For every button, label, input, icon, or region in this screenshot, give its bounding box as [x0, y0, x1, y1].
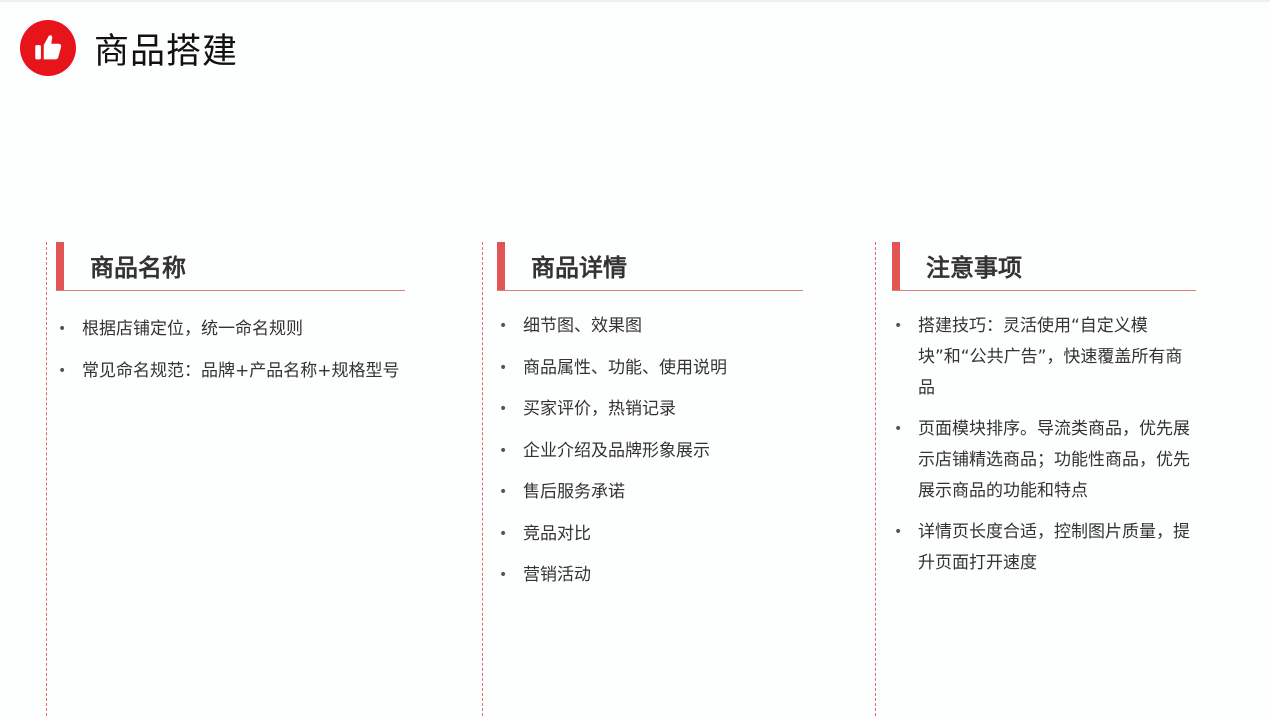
card-header: 商品名称	[56, 242, 405, 291]
bullet-list: 搭建技巧：灵活使用“自定义模块”和“公共广告”，快速覆盖所有商品 页面模块排序。…	[892, 311, 1192, 579]
list-item: 常见命名规范：品牌+产品名称+规格型号	[56, 356, 405, 387]
list-item: 详情页长度合适，控制图片质量，提升页面打开速度	[892, 517, 1192, 579]
page-title: 商品搭建	[94, 31, 239, 72]
card-title: 注意事项	[926, 254, 1022, 282]
list-item: 售后服务承诺	[497, 477, 803, 508]
card-header: 注意事项	[892, 242, 1196, 291]
card-header: 商品详情	[497, 242, 803, 291]
list-item: 竞品对比	[497, 519, 803, 550]
bullet-list: 细节图、效果图 商品属性、功能、使用说明 买家评价，热销记录 企业介绍及品牌形象…	[497, 311, 803, 591]
list-item: 细节图、效果图	[497, 311, 803, 342]
column-divider	[482, 242, 483, 716]
list-item: 买家评价，热销记录	[497, 394, 803, 425]
accent-bar	[56, 242, 64, 290]
list-item: 搭建技巧：灵活使用“自定义模块”和“公共广告”，快速覆盖所有商品	[892, 311, 1192, 404]
bullet-list: 根据店铺定位，统一命名规则 常见命名规范：品牌+产品名称+规格型号	[56, 314, 405, 387]
card-title: 商品名称	[90, 254, 186, 282]
accent-bar	[892, 242, 900, 290]
list-item: 企业介绍及品牌形象展示	[497, 436, 803, 467]
card-product-name: 商品名称 根据店铺定位，统一命名规则 常见命名规范：品牌+产品名称+规格型号	[56, 242, 405, 387]
page-header: 商品搭建	[20, 20, 238, 76]
column-divider	[46, 242, 47, 716]
top-border	[0, 0, 1270, 2]
card-product-details: 商品详情 细节图、效果图 商品属性、功能、使用说明 买家评价，热销记录 企业介绍…	[497, 242, 803, 591]
accent-bar	[497, 242, 505, 290]
list-item: 根据店铺定位，统一命名规则	[56, 314, 405, 345]
list-item: 商品属性、功能、使用说明	[497, 353, 803, 384]
card-notes: 注意事项 搭建技巧：灵活使用“自定义模块”和“公共广告”，快速覆盖所有商品 页面…	[892, 242, 1196, 579]
column-divider	[875, 242, 876, 716]
list-item: 页面模块排序。导流类商品，优先展示店铺精选商品；功能性商品，优先展示商品的功能和…	[892, 414, 1192, 507]
list-item: 营销活动	[497, 560, 803, 591]
thumbs-up-icon	[20, 20, 76, 76]
card-title: 商品详情	[531, 254, 627, 282]
